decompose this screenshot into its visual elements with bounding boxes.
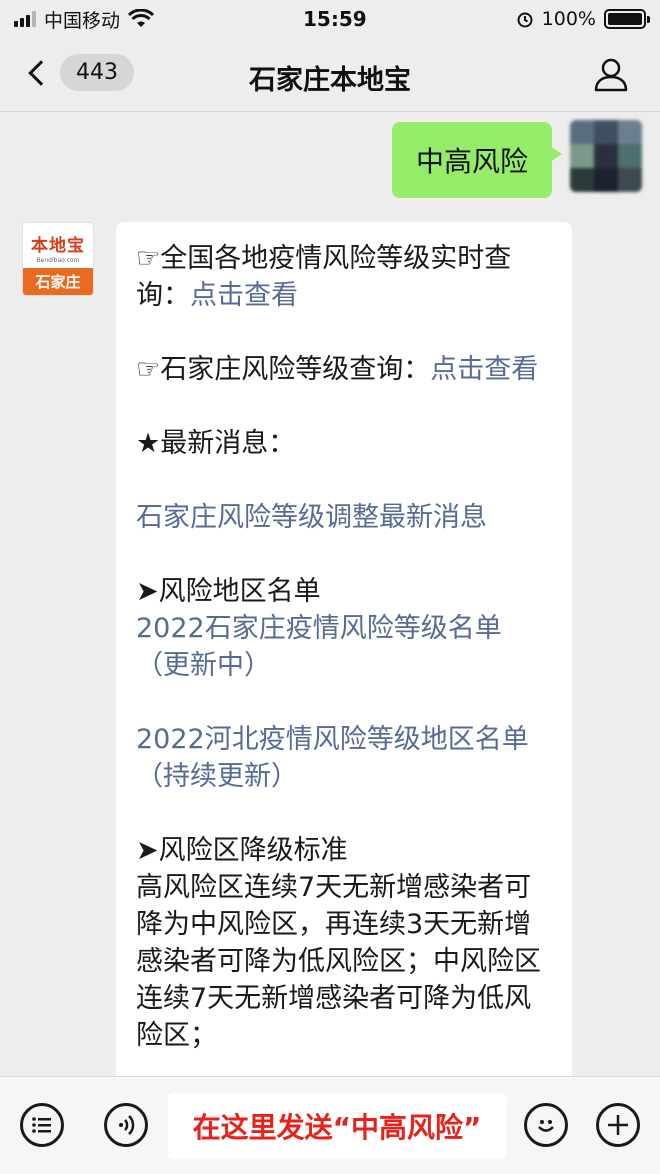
menu-list-icon <box>32 1117 51 1133</box>
sent-message-bubble[interactable]: 中高风险 <box>391 122 563 198</box>
smiley-icon <box>538 1120 554 1132</box>
status-bar: 中国移动 15:59 100% <box>0 0 660 38</box>
official-account-avatar[interactable]: 本地宝 Bendibao.com 石家庄 <box>22 222 94 296</box>
query-city-label: ☞石家庄风险等级查询： <box>136 354 431 385</box>
risk-list-link-city[interactable]: 2022石家庄疫情风险等级名单（更新中） <box>136 610 554 684</box>
voice-icon <box>119 1115 135 1135</box>
emoji-button[interactable] <box>524 1103 568 1147</box>
carrier-label: 中国移动 <box>44 9 121 32</box>
voice-button[interactable] <box>104 1103 148 1147</box>
menu-button[interactable] <box>20 1103 64 1147</box>
query-line-national: ☞全国各地疫情风险等级实时查询：点击查看 <box>136 240 554 314</box>
alarm-icon <box>517 12 533 28</box>
person-icon[interactable] <box>592 56 630 94</box>
query-national-link[interactable]: 点击查看 <box>190 280 298 311</box>
query-line-city: ☞石家庄风险等级查询：点击查看 <box>136 351 554 388</box>
downgrade-standard-text: 高风险区连续7天无新增感染者可降为中风险区，再连续3天无新增感染者可降为低风险区… <box>136 872 541 1051</box>
avatar-logo-text: 本地宝 <box>31 236 85 256</box>
status-left: 中国移动 <box>14 6 155 33</box>
battery-percent: 100% <box>541 8 596 30</box>
news-heading: ★最新消息： <box>136 428 296 459</box>
chat-title: 石家庄本地宝 <box>249 65 411 96</box>
nav-bar: 443 石家庄本地宝 <box>0 38 660 112</box>
message-input[interactable]: 在这里发送“中高风险” <box>168 1093 506 1159</box>
avatar-domain-text: Bendibao.com <box>36 257 80 264</box>
clock-time: 15:59 <box>303 7 367 31</box>
query-city-link[interactable]: 点击查看 <box>430 354 538 385</box>
signal-icon <box>14 11 36 27</box>
news-link[interactable]: 石家庄风险等级调整最新消息 <box>136 499 554 536</box>
wifi-icon <box>128 9 155 27</box>
risk-list-link-province[interactable]: 2022河北疫情风险等级地区名单（持续更新） <box>136 721 554 795</box>
user-avatar[interactable] <box>570 120 642 192</box>
sent-message-row: 中高风险 <box>391 120 642 198</box>
battery-icon <box>603 9 650 29</box>
received-message-bubble: ☞全国各地疫情风险等级实时查询：点击查看 ☞石家庄风险等级查询：点击查看 ★最新… <box>116 222 572 1102</box>
downgrade-standard-heading: ➤风险区降级标准 <box>136 835 348 866</box>
status-right: 100% <box>516 8 650 30</box>
plus-icon <box>608 1115 628 1135</box>
more-button[interactable] <box>596 1103 640 1147</box>
risk-list-heading: ➤风险地区名单 <box>136 576 321 607</box>
avatar-city-text: 石家庄 <box>23 268 93 295</box>
input-bar: 在这里发送“中高风险” <box>0 1076 660 1174</box>
